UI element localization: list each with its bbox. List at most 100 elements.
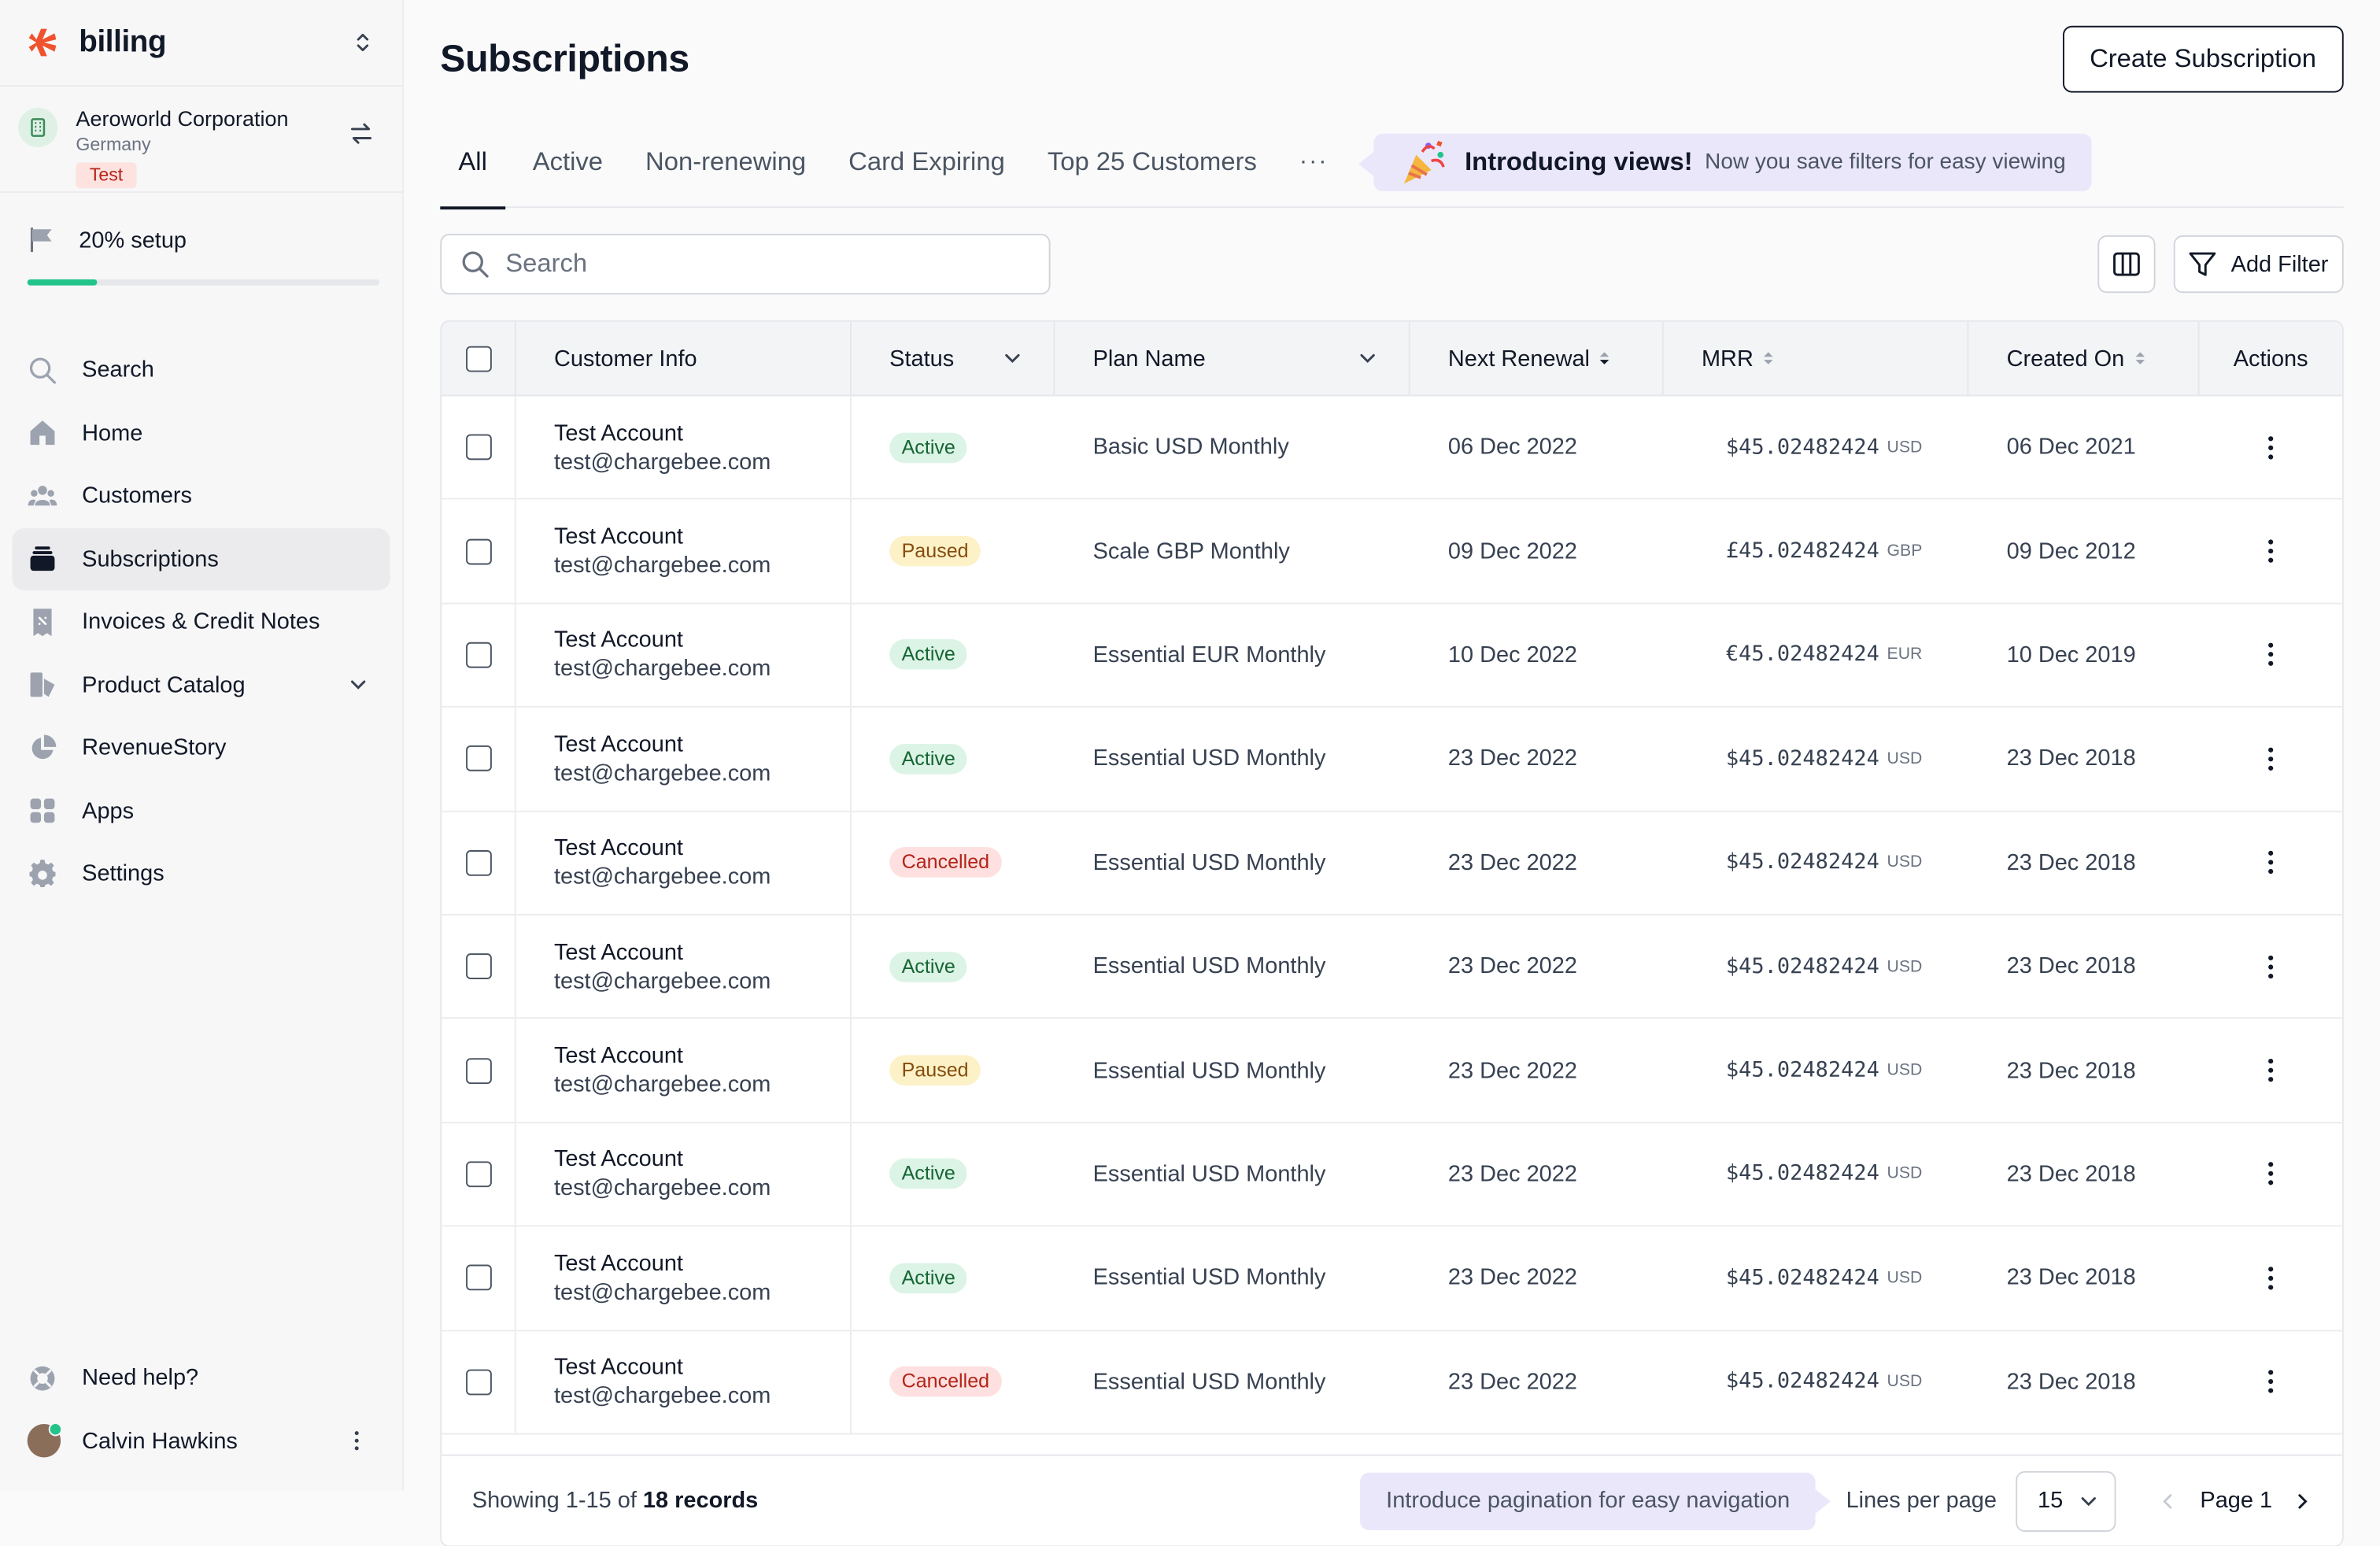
next-renewal-cell: 09 Dec 2022 (1447, 538, 1577, 564)
setup-progress[interactable]: 20% setup (0, 193, 402, 338)
need-help-link[interactable]: Need help? (12, 1347, 390, 1410)
column-header-created-on[interactable]: Created On (1968, 321, 2200, 395)
table-row[interactable]: Test Account test@chargebee.com Paused Esse… (442, 1019, 2342, 1123)
table-row[interactable]: Test Account test@chargebee.com Active Basi… (442, 396, 2342, 501)
nav-item-search[interactable]: Search (12, 338, 390, 401)
next-renewal-cell: 23 Dec 2022 (1447, 1057, 1577, 1084)
customer-name[interactable]: Test Account (554, 626, 771, 655)
mrr-cell: $45.02482424 USD (1664, 812, 1969, 914)
column-header-mrr[interactable]: MRR (1664, 321, 1969, 395)
table-row[interactable]: Test Account test@chargebee.com Active Esse… (442, 708, 2342, 812)
kebab-menu-icon[interactable] (2256, 848, 2286, 878)
table-row[interactable]: Test Account test@chargebee.com Cancelled E… (442, 1330, 2342, 1435)
next-page-icon[interactable] (2293, 1492, 2312, 1510)
brand-name: billing (79, 24, 167, 59)
select-all-checkbox[interactable] (465, 345, 491, 372)
mrr-cell: €45.02482424 EUR (1664, 604, 1969, 706)
nav-item-home[interactable]: Home (12, 401, 390, 464)
prev-page-icon[interactable] (2159, 1492, 2177, 1510)
status-badge: Active (889, 951, 968, 982)
created-on-cell: 23 Dec 2018 (2006, 1369, 2136, 1395)
nav-item-subscriptions[interactable]: Subscriptions (12, 527, 390, 591)
customer-name[interactable]: Test Account (554, 1145, 771, 1174)
kebab-menu-icon[interactable] (2256, 1263, 2286, 1293)
main-content: Subscriptions Create Subscription All Ac… (404, 0, 2380, 1546)
search-input[interactable] (505, 249, 1022, 279)
customer-name[interactable]: Test Account (554, 1041, 771, 1071)
org-country: Germany (76, 133, 151, 155)
search-box[interactable] (440, 234, 1051, 295)
row-checkbox[interactable] (465, 1265, 491, 1291)
tab-top-25-customers[interactable]: Top 25 Customers (1048, 117, 1257, 207)
nav-item-invoices[interactable]: Invoices & Credit Notes (12, 590, 390, 653)
columns-button[interactable] (2097, 235, 2156, 294)
kebab-menu-icon[interactable] (345, 1429, 369, 1453)
flag-icon (30, 227, 52, 253)
table-row[interactable]: Test Account test@chargebee.com Active Esse… (442, 1226, 2342, 1331)
row-checkbox[interactable] (465, 434, 491, 460)
user-menu[interactable]: Calvin Hawkins (12, 1410, 390, 1473)
status-badge: Cancelled (889, 847, 1002, 878)
more-tabs-button[interactable]: ··· (1299, 149, 1329, 176)
swap-icon[interactable] (348, 120, 375, 147)
customer-name[interactable]: Test Account (554, 523, 771, 552)
tab-all[interactable]: All (440, 117, 505, 209)
mrr-currency: GBP (1887, 542, 1923, 560)
tab-card-expiring[interactable]: Card Expiring (848, 117, 1005, 207)
tab-active[interactable]: Active (533, 117, 603, 207)
customer-name[interactable]: Test Account (554, 730, 771, 759)
row-checkbox[interactable] (465, 1161, 491, 1188)
nav-item-apps[interactable]: Apps (12, 779, 390, 842)
table-row[interactable]: Test Account test@chargebee.com Paused Scal… (442, 500, 2342, 605)
row-checkbox[interactable] (465, 745, 491, 772)
column-header-customer-info[interactable]: Customer Info (516, 321, 852, 395)
customer-name[interactable]: Test Account (554, 419, 771, 448)
catalog-icon (30, 672, 55, 697)
row-checkbox[interactable] (465, 953, 491, 980)
row-select-cell (442, 604, 516, 707)
row-select-cell (442, 708, 516, 811)
kebab-menu-icon[interactable] (2256, 432, 2286, 463)
lines-per-page-select[interactable]: 15 (2016, 1470, 2117, 1531)
row-checkbox[interactable] (465, 642, 491, 668)
row-checkbox[interactable] (465, 1369, 491, 1395)
table-row[interactable]: Test Account test@chargebee.com Cancelled E… (442, 811, 2342, 915)
kebab-menu-icon[interactable] (2256, 952, 2286, 982)
customer-email: test@chargebee.com (553, 1383, 771, 1410)
kebab-menu-icon[interactable] (2256, 640, 2286, 671)
brand-header[interactable]: billing (0, 0, 403, 87)
kebab-menu-icon[interactable] (2256, 1159, 2286, 1189)
sidebar: billing Aeroworld Corporation Germany Te… (0, 0, 405, 1491)
chevron-up-down-icon[interactable] (351, 31, 375, 55)
customer-info-cell: Test Account test@chargebee.com (516, 915, 852, 1018)
customer-name[interactable]: Test Account (554, 938, 771, 967)
mrr-amount: $45.02482424 (1725, 746, 1879, 771)
kebab-menu-icon[interactable] (2256, 536, 2286, 567)
kebab-menu-icon[interactable] (2256, 1055, 2286, 1086)
customer-name[interactable]: Test Account (554, 1249, 771, 1278)
table-row[interactable]: Test Account test@chargebee.com Active Esse… (442, 915, 2342, 1019)
customer-name[interactable]: Test Account (554, 1353, 771, 1382)
subscriptions-icon (30, 546, 55, 571)
kebab-menu-icon[interactable] (2256, 1367, 2286, 1397)
nav-item-settings[interactable]: Settings (12, 842, 390, 905)
row-checkbox[interactable] (465, 1057, 491, 1084)
row-checkbox[interactable] (465, 849, 491, 876)
row-checkbox[interactable] (465, 538, 491, 564)
promo-text: Now you save filters for easy viewing (1705, 150, 2066, 175)
column-header-plan-name[interactable]: Plan Name (1055, 321, 1410, 395)
nav-item-product-catalog[interactable]: Product Catalog (12, 653, 390, 716)
tab-non-renewing[interactable]: Non-renewing (645, 117, 806, 207)
kebab-menu-icon[interactable] (2256, 744, 2286, 775)
add-filter-button[interactable]: Add Filter (2173, 235, 2344, 294)
table-row[interactable]: Test Account test@chargebee.com Active Esse… (442, 604, 2342, 708)
customer-name[interactable]: Test Account (554, 834, 771, 863)
nav-item-revenuestory[interactable]: RevenueStory (12, 716, 390, 779)
nav-item-customers[interactable]: Customers (12, 464, 390, 527)
table-row[interactable]: Test Account test@chargebee.com Active Esse… (442, 1123, 2342, 1227)
column-header-status[interactable]: Status (852, 321, 1055, 395)
org-switcher[interactable]: Aeroworld Corporation Germany Test (0, 87, 403, 193)
create-subscription-button[interactable]: Create Subscription (2062, 25, 2344, 93)
records-count: 18 records (642, 1488, 759, 1514)
column-header-next-renewal[interactable]: Next Renewal (1410, 321, 1664, 395)
